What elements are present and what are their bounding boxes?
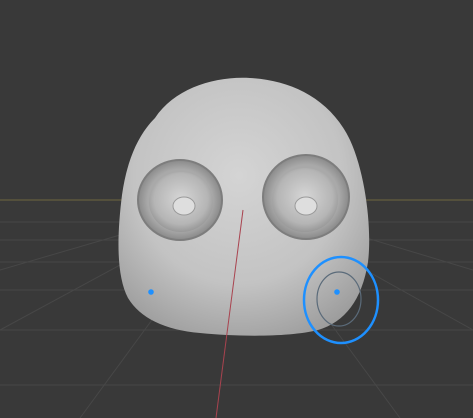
left-eye-highlight <box>172 196 196 216</box>
symmetry-point-dot <box>148 289 154 295</box>
3d-viewport[interactable] <box>0 0 473 418</box>
sculpt-mesh[interactable] <box>118 77 370 336</box>
right-eye-highlight <box>294 196 318 216</box>
brush-center-dot <box>334 289 340 295</box>
viewport-canvas[interactable] <box>0 0 473 418</box>
